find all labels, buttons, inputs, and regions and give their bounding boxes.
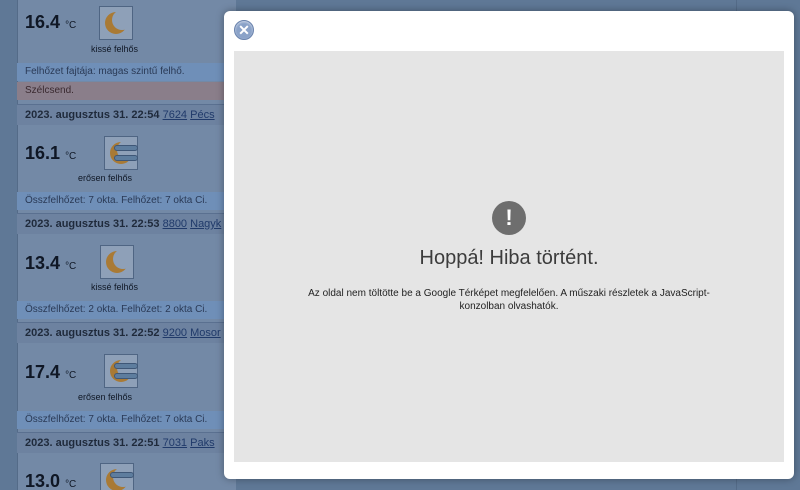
temperature-value: 17.4 °C bbox=[25, 362, 77, 382]
error-description: Az oldal nem töltötte be a Google Térkép… bbox=[308, 288, 710, 312]
observation-entry: 2023. augusztus 31. 22:52 9200 Mosor bbox=[17, 322, 235, 343]
temperature-value: 16.4 °C bbox=[25, 12, 77, 32]
observation-entry: 2023. augusztus 31. 22:53 8800 Nagyk bbox=[17, 213, 235, 234]
temperature-value: 13.0 °C bbox=[25, 471, 77, 490]
station-name-link[interactable]: Mosor bbox=[190, 327, 221, 339]
map-container: ! Hoppá! Hiba történt. Az oldal nem tölt… bbox=[234, 51, 784, 462]
cloud-info-row: Összfelhőzet: 7 okta. Felhőzet: 7 okta C… bbox=[17, 411, 235, 429]
moon-partly-cloudy-icon bbox=[99, 6, 133, 40]
observation-header: 2023. augusztus 31. 22:54 7624 Pécs bbox=[17, 104, 235, 125]
weather-condition: erősen felhős bbox=[78, 173, 133, 183]
cloud-info-row: Összfelhőzet: 2 okta. Felhőzet: 2 okta C… bbox=[17, 301, 235, 319]
station-code-link[interactable]: 8800 bbox=[163, 218, 187, 230]
wind-info-row: Szélcsend. bbox=[17, 82, 235, 100]
exclamation-icon: ! bbox=[492, 201, 526, 235]
error-title: Hoppá! Hiba történt. bbox=[419, 247, 599, 269]
moon-partly-cloudy-icon bbox=[100, 463, 134, 490]
close-icon[interactable]: ✕ bbox=[234, 20, 254, 40]
observation-entry: 2023. augusztus 31. 22:54 7624 Pécs bbox=[17, 104, 235, 125]
moon-cloudy-icon bbox=[104, 354, 138, 388]
station-name-link[interactable]: Paks bbox=[190, 437, 214, 449]
weather-condition: kissé felhős bbox=[91, 44, 139, 54]
station-code-link[interactable]: 7031 bbox=[163, 437, 187, 449]
temperature-value: 16.1 °C bbox=[25, 143, 77, 163]
observation-header: 2023. augusztus 31. 22:52 9200 Mosor bbox=[17, 322, 235, 343]
station-name-link[interactable]: Pécs bbox=[190, 109, 214, 121]
station-name-link[interactable]: Nagyk bbox=[190, 218, 221, 230]
weather-condition: erősen felhős bbox=[78, 392, 133, 402]
observation-entry: 2023. augusztus 31. 22:51 7031 Paks bbox=[17, 432, 235, 453]
observation-header: 2023. augusztus 31. 22:51 7031 Paks bbox=[17, 432, 235, 453]
map-error-dialog: ✕ ! Hoppá! Hiba történt. Az oldal nem tö… bbox=[224, 11, 794, 479]
station-code-link[interactable]: 9200 bbox=[163, 327, 187, 339]
temperature-value: 13.4 °C bbox=[25, 253, 77, 273]
cloud-info-row: Felhőzet fajtája: magas szintű felhő. bbox=[17, 63, 235, 81]
moon-cloudy-icon bbox=[104, 136, 138, 170]
observation-header: 2023. augusztus 31. 22:53 8800 Nagyk bbox=[17, 213, 235, 234]
moon-partly-cloudy-icon bbox=[100, 245, 134, 279]
weather-condition: kissé felhős bbox=[91, 282, 139, 292]
station-code-link[interactable]: 7624 bbox=[163, 109, 187, 121]
cloud-info-row: Összfelhőzet: 7 okta. Felhőzet: 7 okta C… bbox=[17, 192, 235, 210]
